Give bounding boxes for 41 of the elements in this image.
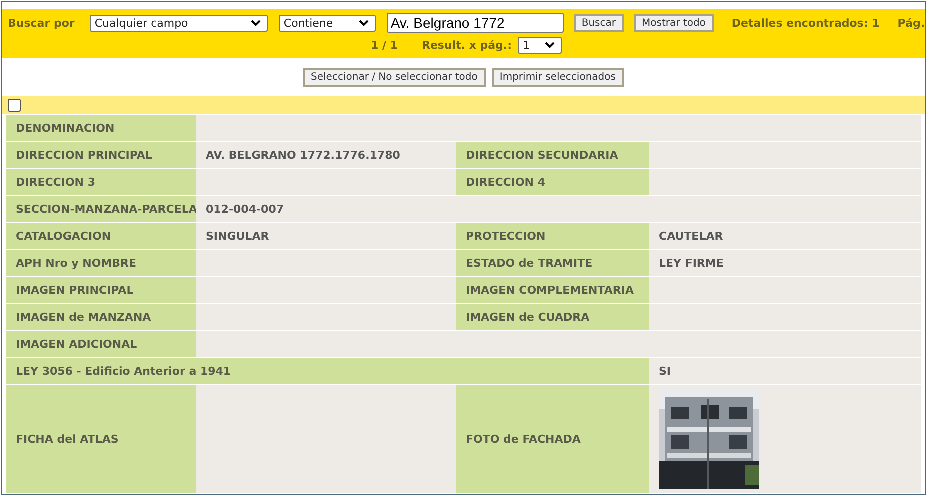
field-label: IMAGEN ADICIONAL [6, 331, 196, 357]
field-value: 012-004-007 [196, 196, 921, 222]
chevron-icon [545, 42, 555, 48]
field-label: FOTO de FACHADA [456, 385, 649, 493]
per-page-label: Result. x pág.: [422, 38, 512, 52]
field-label: LEY 3056 - Edificio Anterior a 1941 [6, 358, 649, 384]
field-value: SINGULAR [196, 223, 456, 249]
field-label: CATALOGACION [6, 223, 196, 249]
page-label: Pág. [898, 16, 925, 30]
field-value: SI [649, 358, 921, 384]
match-dropdown[interactable]: Contiene [278, 14, 376, 32]
field-label: IMAGEN de MANZANA [6, 304, 196, 330]
field-label: DIRECCION 4 [456, 169, 649, 195]
action-button[interactable]: Seleccionar / No seleccionar todo [303, 68, 486, 87]
field-label: DIRECCION PRINCIPAL [6, 142, 196, 168]
page-number: 1 / 1 [370, 38, 398, 52]
search-by-label: Buscar por [8, 16, 75, 30]
field-label: DIRECCION SECUNDARIA [456, 142, 649, 168]
field-label: ESTADO de TRAMITE [456, 250, 649, 276]
field-value: AV. BELGRANO 1772.1776.1780 [196, 142, 456, 168]
chevron-icon [358, 20, 369, 26]
chevron-icon [250, 20, 261, 26]
field-label: DENOMINACION [6, 115, 196, 141]
per-page-dropdown[interactable]: 1 [518, 36, 562, 54]
field-label: IMAGEN PRINCIPAL [6, 277, 196, 303]
field-value: LEY FIRME [649, 250, 921, 276]
field-value: CAUTELAR [649, 223, 921, 249]
field-label: IMAGEN de CUADRA [456, 304, 649, 330]
select-all-checkbox[interactable] [8, 98, 21, 112]
field-label: FICHA del ATLAS [6, 385, 196, 493]
field-label: SECCION-MANZANA-PARCELA [6, 196, 196, 222]
field-dropdown[interactable]: Cualquier campo [90, 14, 268, 32]
field-label: PROTECCION [456, 223, 649, 249]
field-label: APH Nro y NOMBRE [6, 250, 196, 276]
search-button[interactable]: Buscar [574, 14, 624, 32]
show-all-button[interactable]: Mostrar todo [634, 14, 714, 32]
field-label: IMAGEN COMPLEMENTARIA [456, 277, 649, 303]
search-field[interactable]: Av. Belgrano 1772 [386, 13, 564, 33]
field-label: DIRECCION 3 [6, 169, 196, 195]
action-button[interactable]: Imprimir seleccionados [492, 68, 624, 87]
results-count: Detalles encontrados: 1 [732, 16, 880, 30]
